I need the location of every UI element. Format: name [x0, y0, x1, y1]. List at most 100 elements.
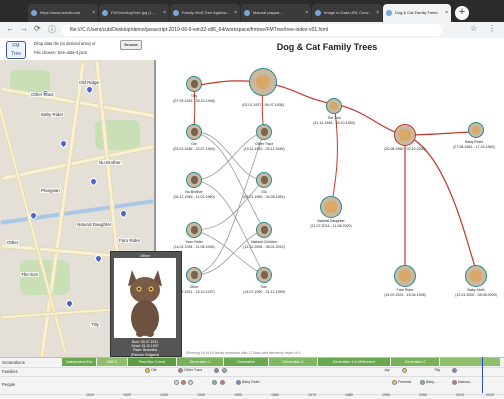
tree-node-babymoth[interactable]	[465, 265, 487, 287]
family-dot[interactable]	[402, 368, 407, 373]
close-icon[interactable]: ×	[92, 4, 95, 22]
map-label: Other Tract	[30, 92, 55, 97]
tree-node-naturalchildren[interactable]	[256, 222, 272, 238]
tree-node-ole[interactable]	[186, 124, 202, 140]
back-icon[interactable]: ←	[6, 24, 14, 33]
node-label: Free Rider (14.02.1924 - 15.04.1936)	[384, 288, 426, 297]
reload-icon[interactable]: ⟳	[34, 24, 41, 33]
map-pin-icon[interactable]	[58, 138, 69, 149]
node-label: Tom (14.07.1990 - 21.12.1999)	[243, 285, 285, 294]
year-tick: 1910	[86, 393, 94, 397]
info-icon[interactable]: ⓘ	[48, 24, 56, 35]
family-dot[interactable]	[178, 368, 183, 373]
family-dot[interactable]	[222, 368, 227, 373]
timeline-current-marker[interactable]	[482, 357, 483, 393]
dog-icon	[330, 102, 338, 110]
person-dot[interactable]	[420, 380, 425, 385]
map-pin-icon[interactable]	[88, 176, 99, 187]
map-pin-icon[interactable]	[118, 208, 129, 219]
browser-tab[interactable]: FMTree/dogTree.jpg (1... ×	[99, 4, 169, 22]
family-dot[interactable]	[145, 368, 150, 373]
node-dates: (20.08.1950 - 02.10.2000)	[384, 147, 426, 151]
url-input[interactable]: file:///C:/Users/cub/Desktop/demo/javasc…	[62, 24, 442, 36]
cat-icon	[260, 270, 268, 280]
close-icon[interactable]: ×	[376, 4, 379, 22]
family-tree-canvas[interactable]: Tilly (07.09.1943 - 25.10.1946) (02.01.19…	[156, 60, 504, 357]
dog-icon	[399, 270, 411, 282]
generation-segment[interactable]: WW II	[97, 358, 127, 366]
map-pin-icon[interactable]	[84, 84, 95, 95]
browser-tab[interactable]: Manual pappar... ×	[241, 4, 311, 22]
person-dot[interactable]	[236, 380, 241, 385]
tooltip-details: Born: 05.07.1931 Dead: 15.10.1937 Place:…	[110, 340, 180, 357]
cat-icon	[190, 127, 198, 137]
tree-node-youngrider[interactable]	[186, 222, 202, 238]
close-icon[interactable]: ×	[234, 4, 237, 22]
close-icon[interactable]: ×	[445, 4, 448, 22]
node-label: (20.08.1950 - 02.10.2000)	[384, 147, 426, 152]
generation-segment[interactable]: Independent Era	[62, 358, 96, 366]
node-label: Ole (03.01.1936 - 22.07.1944)	[173, 142, 215, 151]
tree-node-othertract[interactable]	[256, 124, 272, 140]
favicon-icon	[244, 10, 250, 16]
person-dot[interactable]	[220, 380, 225, 385]
person-dot[interactable]	[212, 380, 217, 385]
node-label: (02.01.1927 - 06.07.1938)	[242, 103, 284, 108]
menu-icon[interactable]: ⋮	[488, 24, 496, 33]
person-dot[interactable]	[181, 380, 186, 385]
person-dot[interactable]	[392, 380, 397, 385]
node-dates: (26.12.1946 - 11.01.1960)	[173, 194, 215, 199]
year-tick: 1990	[382, 393, 390, 397]
browse-button[interactable]: Browse	[120, 40, 142, 50]
generation-segment[interactable]: Post-War Cohort	[128, 358, 176, 366]
map-pin-icon[interactable]	[64, 298, 75, 309]
node-dates: (13.12.2005 - 08.01.2012)	[243, 244, 285, 249]
close-icon[interactable]: ×	[305, 4, 308, 22]
forward-icon[interactable]: →	[20, 24, 28, 33]
member-photo	[114, 258, 176, 338]
star-icon[interactable]: ☆	[470, 24, 477, 33]
tree-node-olu[interactable]	[256, 172, 272, 188]
year-tick: 1940	[197, 393, 205, 397]
dog-icon	[255, 74, 271, 90]
person-name: Baby Rider	[242, 380, 260, 384]
browser-tab[interactable]: Family Wolf-Tree Applica... ×	[170, 4, 240, 22]
generation-segment[interactable]	[440, 358, 500, 366]
year-tick: 1960	[271, 393, 279, 397]
generation-segment[interactable]: Generation	[224, 358, 268, 366]
tree-node-tilly[interactable]	[186, 76, 202, 92]
person-dot[interactable]	[174, 380, 179, 385]
favicon-icon	[102, 10, 108, 16]
tree-node-nubrother[interactable]	[186, 172, 202, 188]
node-dates: (27.08.1962 - 17.02.1962)	[453, 144, 495, 149]
tree-link	[193, 131, 265, 181]
generation-segment[interactable]: Generation 2	[391, 358, 439, 366]
tree-node-other[interactable]	[186, 267, 202, 283]
generation-segment[interactable]: Generation 1	[177, 358, 223, 366]
browser-tab[interactable]: https://www.reddit.com ×	[28, 4, 98, 22]
tree-node-freerider[interactable]	[394, 265, 416, 287]
tree-node-tom[interactable]	[256, 267, 272, 283]
node-label: Natural Children (13.12.2005 - 08.01.2012…	[243, 240, 285, 249]
person-dot[interactable]	[452, 380, 457, 385]
tree-node-theson[interactable]	[326, 98, 342, 114]
year-tick: 2010	[456, 393, 464, 397]
person-dot[interactable]	[188, 380, 193, 385]
map-label: Nu Brother	[98, 160, 122, 165]
tree-node-centre[interactable]	[394, 124, 416, 146]
tree-node-babyrider[interactable]	[468, 122, 484, 138]
new-tab-icon[interactable]: +	[455, 6, 469, 20]
browser-tab[interactable]: Image to Data URL Conv... ×	[312, 4, 382, 22]
generation-segment[interactable]: Generation 2	[269, 358, 317, 366]
family-dot[interactable]	[214, 368, 219, 373]
family-name: Jay	[384, 368, 390, 372]
map-label: Baby Rider	[40, 112, 65, 117]
browser-tab-active[interactable]: Dog & Cat Family Trees ×	[383, 4, 451, 22]
generation-segment[interactable]: Generation 1 in Millennium	[318, 358, 390, 366]
family-dot[interactable]	[452, 368, 457, 373]
cat-icon	[190, 270, 198, 280]
tree-node-naturaldaughter[interactable]	[320, 196, 342, 218]
tree-node-elder[interactable]	[249, 68, 277, 96]
close-icon[interactable]: ×	[163, 4, 166, 22]
dog-icon	[325, 201, 337, 213]
